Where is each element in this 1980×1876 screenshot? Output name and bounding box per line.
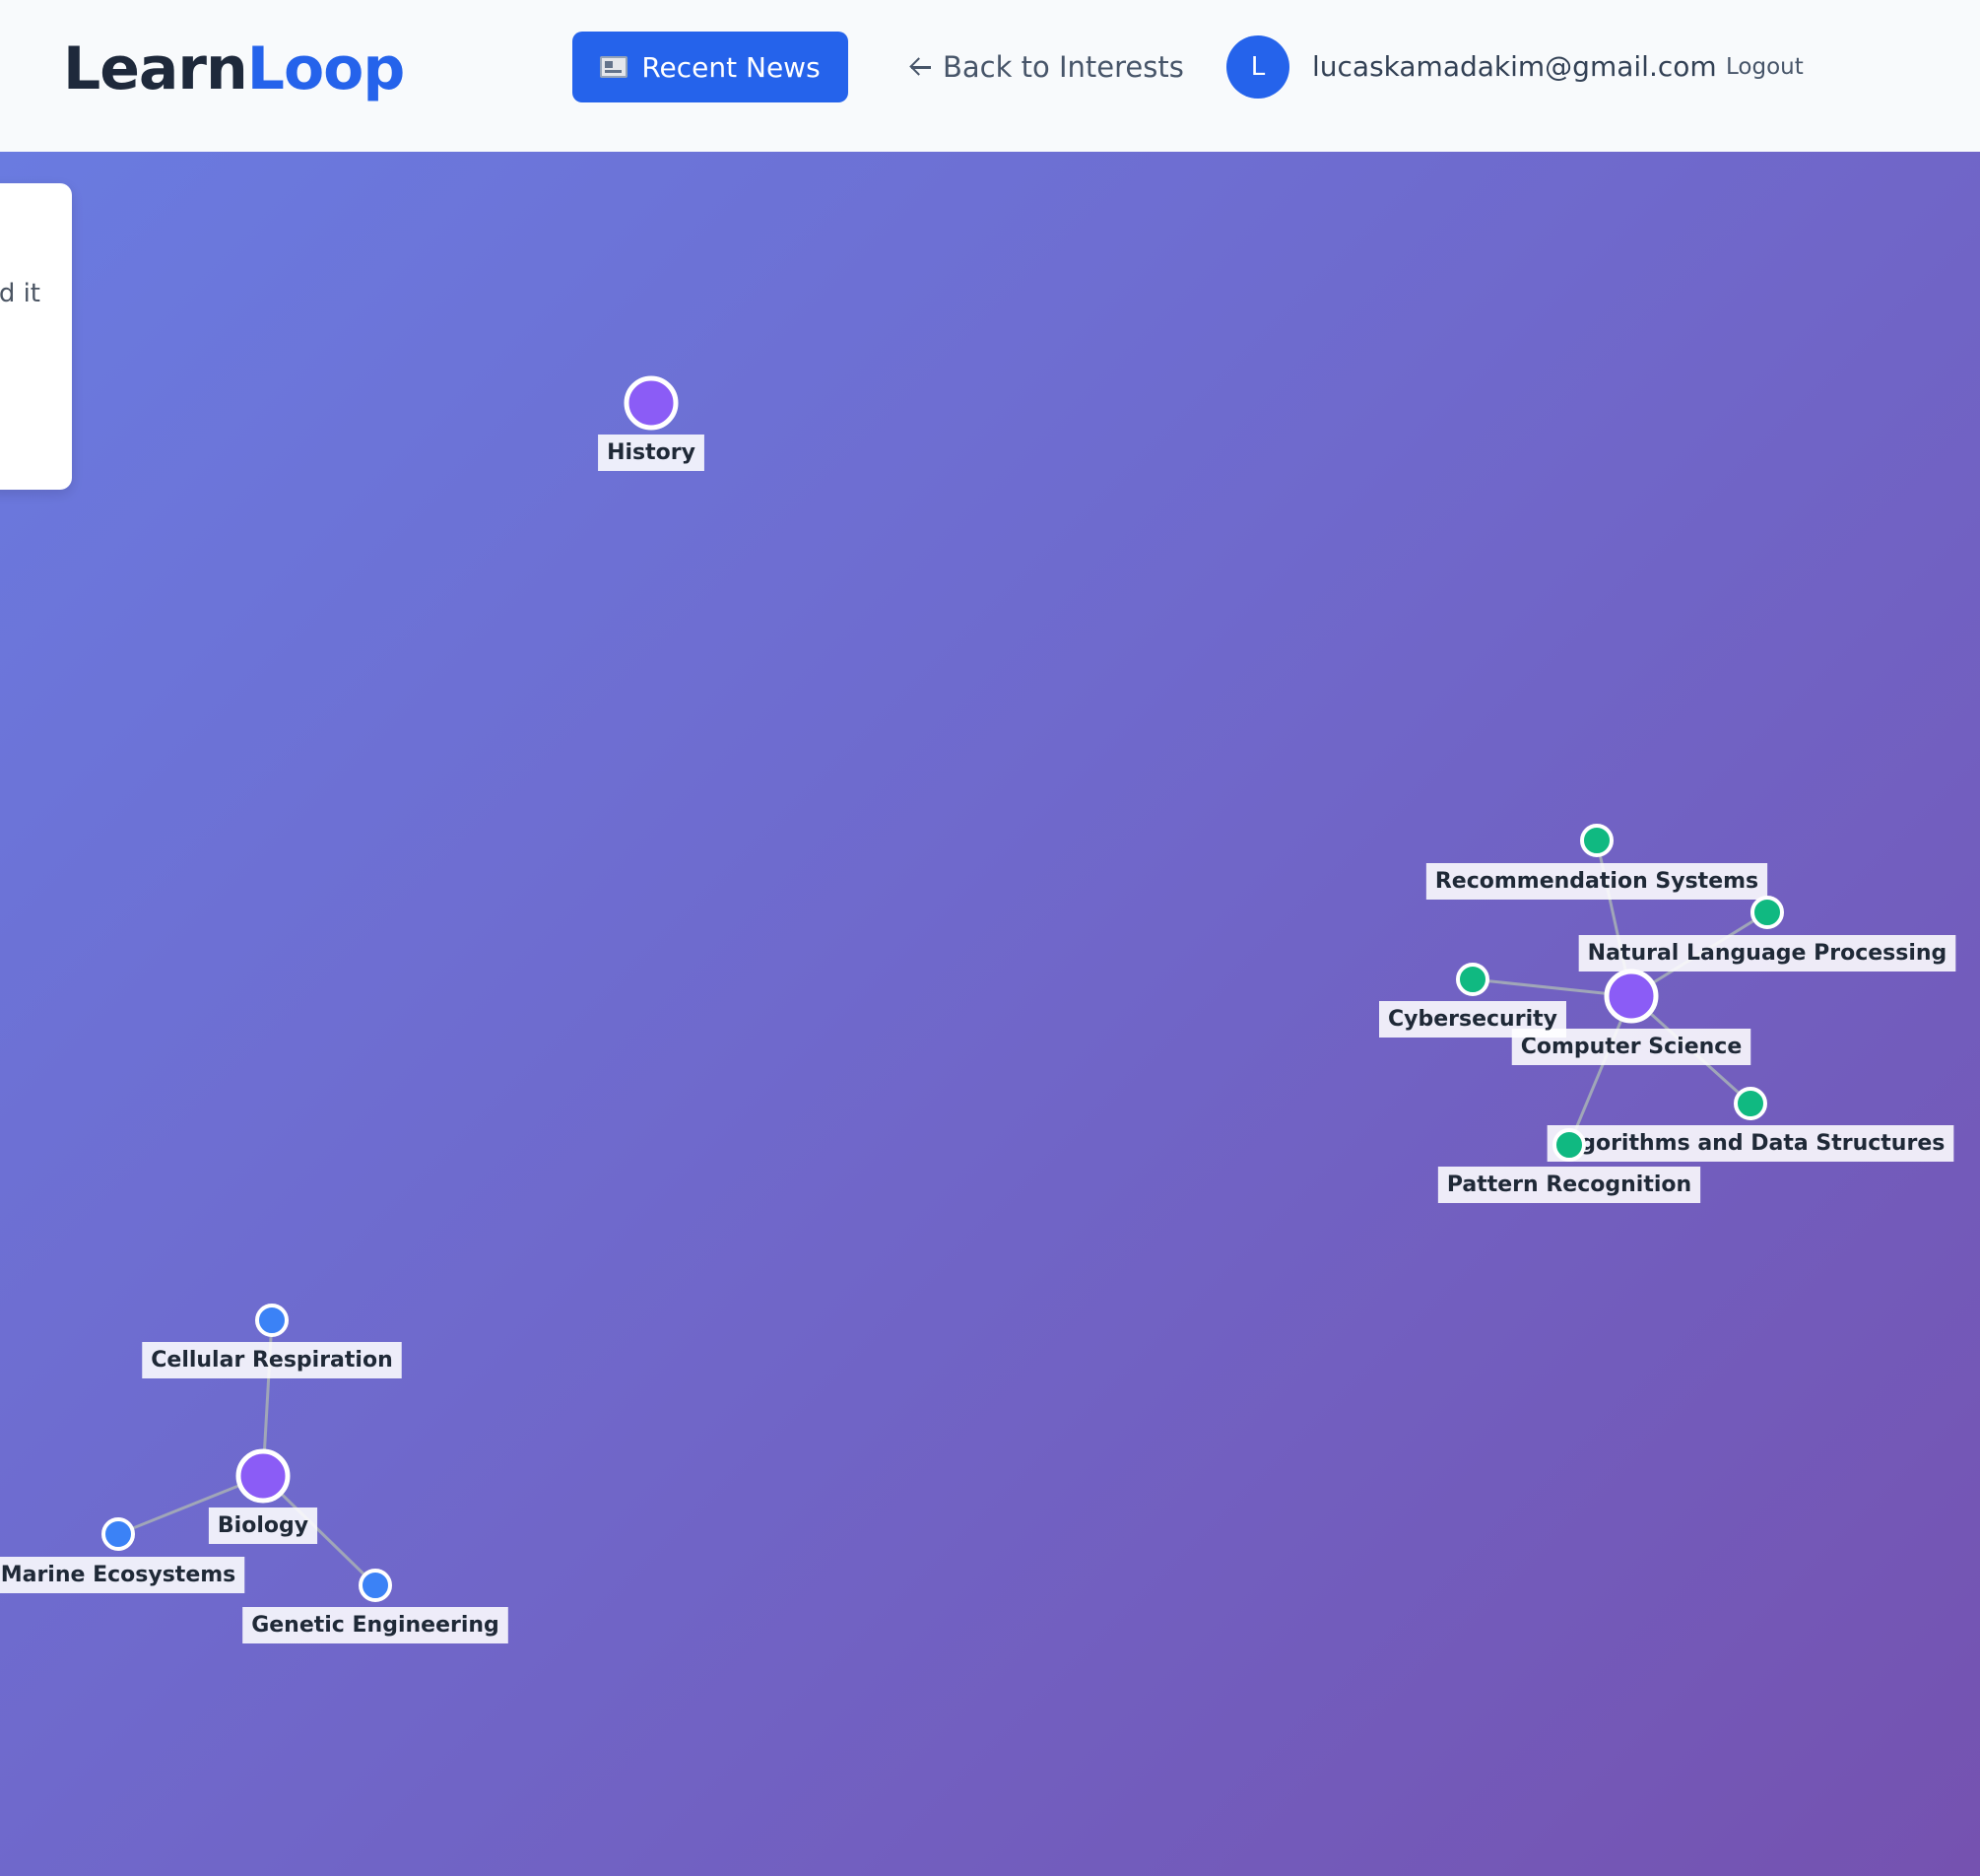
node-label-cybersecurity: Cybersecurity — [1388, 1007, 1557, 1032]
node-circle-cellular-respiration[interactable] — [255, 1304, 289, 1337]
recent-news-label: Recent News — [641, 50, 821, 84]
node-label-cellular-respiration: Cellular Respiration — [151, 1348, 392, 1373]
node-circle-cybersecurity[interactable] — [1456, 963, 1489, 996]
arrow-left-icon — [909, 55, 933, 79]
interest-graph-canvas[interactable]: d it History Computer Science Recommendati… — [0, 152, 1980, 1876]
node-circle-computer-science[interactable] — [1604, 969, 1659, 1024]
node-circle-pattern-recognition[interactable] — [1552, 1128, 1586, 1162]
node-label-algorithms-and-data-structures: Algorithms and Data Structures — [1556, 1131, 1946, 1156]
node-label-pattern-recognition: Pattern Recognition — [1447, 1172, 1691, 1197]
graph-node-marine-ecosystems[interactable]: Marine Ecosystems — [0, 1517, 245, 1593]
graph-node-algorithms-and-data-structures[interactable]: Algorithms and Data Structures — [1547, 1087, 1954, 1162]
interest-graph[interactable]: History Computer Science Recommendation Sy… — [0, 152, 1980, 1876]
back-to-interests-label: Back to Interests — [943, 50, 1184, 84]
node-label-recommendation-systems: Recommendation Systems — [1435, 869, 1758, 894]
node-circle-genetic-engineering[interactable] — [359, 1569, 392, 1602]
node-label-genetic-engineering: Genetic Engineering — [251, 1613, 499, 1638]
node-circle-recommendation-systems[interactable] — [1580, 824, 1614, 857]
node-label-biology: Biology — [218, 1513, 308, 1538]
recent-news-button[interactable]: Recent News — [572, 32, 848, 102]
node-circle-natural-language-processing[interactable] — [1750, 896, 1784, 929]
graph-node-cybersecurity[interactable]: Cybersecurity — [1379, 963, 1566, 1038]
graph-node-recommendation-systems[interactable]: Recommendation Systems — [1425, 824, 1768, 900]
node-label-computer-science: Computer Science — [1521, 1035, 1743, 1059]
logout-button[interactable]: Logout — [1726, 51, 1804, 83]
newspaper-icon — [600, 56, 628, 78]
node-circle-history[interactable] — [624, 375, 679, 431]
node-circle-biology[interactable] — [235, 1448, 291, 1504]
user-email: lucaskamadakim@gmail.com — [1312, 50, 1717, 83]
graph-node-cellular-respiration[interactable]: Cellular Respiration — [142, 1304, 402, 1378]
graph-node-biology[interactable]: Biology — [208, 1448, 318, 1544]
graph-node-genetic-engineering[interactable]: Genetic Engineering — [242, 1569, 508, 1643]
node-label-marine-ecosystems: Marine Ecosystems — [1, 1563, 236, 1587]
back-to-interests-link[interactable]: Back to Interests — [909, 43, 1184, 91]
node-circle-algorithms-and-data-structures[interactable] — [1734, 1087, 1767, 1120]
graph-node-natural-language-processing[interactable]: Natural Language Processing — [1578, 896, 1956, 972]
node-label-natural-language-processing: Natural Language Processing — [1588, 941, 1947, 966]
top-navbar: LearnLoop Recent News Back to Interests … — [0, 0, 1980, 152]
logo-text-loop: Loop — [246, 34, 406, 103]
graph-node-history[interactable]: History — [598, 375, 704, 471]
user-avatar[interactable]: L — [1226, 35, 1289, 99]
node-circle-marine-ecosystems[interactable] — [101, 1517, 135, 1551]
logo[interactable]: LearnLoop — [63, 32, 406, 106]
logo-text-learn: Learn — [63, 34, 248, 103]
node-label-history: History — [607, 440, 695, 465]
